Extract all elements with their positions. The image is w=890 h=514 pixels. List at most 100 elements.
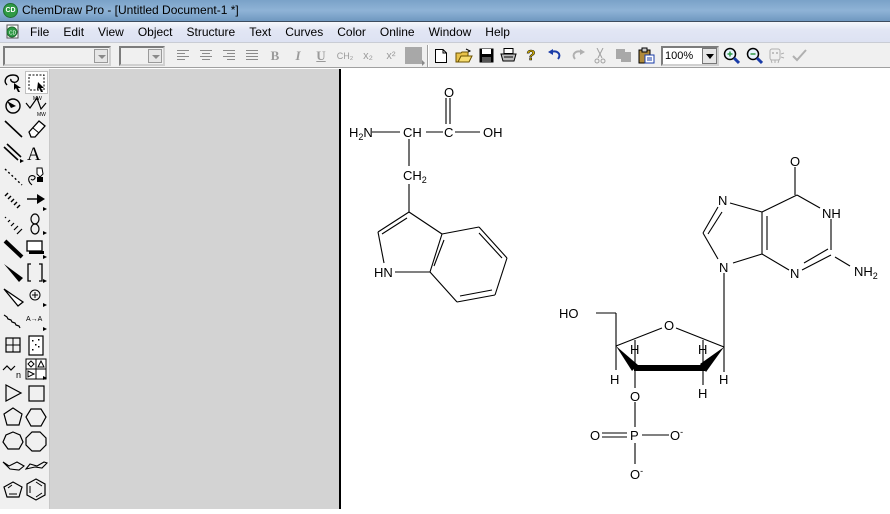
cyclohexane-tool[interactable] [25,406,48,429]
justify-icon[interactable] [245,49,259,62]
cyclohexane-chair-1-tool[interactable] [2,454,25,477]
chevron-down-icon[interactable] [148,49,162,63]
menu-edit[interactable]: Edit [63,25,84,39]
atom-label-hn: HN [374,265,393,280]
atom-label-c: C [444,125,453,140]
arrow-tool[interactable] [25,189,48,212]
align-right-icon[interactable] [222,49,236,62]
chemdraw-app-icon[interactable]: CD [3,3,18,18]
cut-icon[interactable] [594,48,606,64]
orbital-tool[interactable] [25,213,48,236]
hollow-wedge-tool[interactable] [2,285,25,308]
align-left-icon[interactable] [176,49,190,62]
wavy-bond-icon [3,314,21,329]
cycloheptane-tool[interactable] [2,430,25,453]
mass-fragment-tool[interactable]: MW MW [25,94,48,118]
wavy-bond-tool[interactable] [2,309,25,332]
bold-bond-tool[interactable] [2,237,25,260]
print-icon[interactable] [500,48,517,63]
atom-label-o3: O [630,389,640,404]
hashed-bond-icon [4,192,21,209]
atom-label-h: H [719,372,728,387]
menu-file[interactable]: File [30,25,49,39]
underline-button[interactable]: U [314,47,328,65]
charge-icon [29,289,47,307]
font-combo[interactable] [3,46,111,66]
marquee-tool[interactable] [25,71,48,94]
menu-window[interactable]: Window [429,25,472,39]
charge-tool[interactable] [25,285,48,308]
hashed-bond-tool[interactable] [2,189,25,212]
drawing-canvas[interactable]: H2N CH C O OH CH2 HN O NH N N N NH2 HO O… [339,69,890,509]
bold-button[interactable]: B [268,47,282,65]
zoom-in-icon[interactable] [723,47,740,65]
menu-curves[interactable]: Curves [285,25,323,39]
cyclopentadiene-tool[interactable] [2,478,25,501]
eraser-tool[interactable] [25,117,48,140]
pen-icon [28,167,44,186]
solid-bond-tool[interactable] [2,117,25,140]
acyclic-chain-tool[interactable]: n [2,358,25,381]
pentagon-icon [3,407,23,426]
pen-tool[interactable] [25,165,48,188]
cyclooctane-tool[interactable] [25,430,48,453]
align-center-icon[interactable] [199,49,213,62]
chevron-down-icon[interactable] [94,49,108,63]
dgmp-structure[interactable] [596,167,851,464]
menu-color[interactable]: Color [337,25,366,39]
wedge-bond-tool[interactable] [2,261,25,284]
multiple-bonds-tool[interactable] [2,141,25,164]
drawing-elements-tool[interactable] [25,237,48,260]
hollow-wedge-icon [3,288,25,307]
svg-text:A: A [27,144,41,164]
subscript-button[interactable]: x₂ [360,47,376,65]
check-structure-icon[interactable] [792,49,807,62]
templates-tool[interactable] [25,358,48,381]
zoom-level-combo[interactable]: 100% [661,46,719,66]
window-title: ChemDraw Pro - [Untitled Document-1 *] [22,3,239,17]
atom-label-o-carbonyl: O [790,154,800,169]
text-tool[interactable]: A [25,141,48,165]
lasso-tool[interactable] [2,71,25,94]
structure-clean-icon[interactable] [768,48,785,64]
menu-text[interactable]: Text [249,25,271,39]
benzene-tool[interactable] [25,478,48,501]
menu-view[interactable]: View [98,25,124,39]
color-swatch-button[interactable] [405,47,422,64]
new-document-icon[interactable] [434,48,448,64]
save-icon[interactable] [479,48,494,63]
superscript-button[interactable]: x² [383,47,399,65]
copy-icon[interactable] [615,48,632,63]
redo-icon[interactable] [570,49,586,62]
cyclohexane-chair-2-tool[interactable] [24,454,49,477]
cyclobutane-tool[interactable] [25,382,48,405]
dashed-bond-tool[interactable] [2,165,25,188]
formula-button[interactable]: CH₂ [335,47,355,65]
menu-online[interactable]: Online [380,25,415,39]
document-icon[interactable]: CD [5,24,21,39]
size-combo[interactable] [119,46,165,66]
menu-object[interactable]: Object [138,25,173,39]
text-icon: A [27,144,41,165]
undo-icon[interactable] [547,49,563,62]
menu-help[interactable]: Help [485,25,510,39]
chevron-right-icon [422,60,425,66]
tlc-plate-tool[interactable] [25,334,48,357]
cyclopentane-tool[interactable] [2,406,25,429]
tool-palette: MW MW A A→A n [0,69,50,509]
cyclopropane-tool[interactable] [2,382,25,405]
brackets-tool[interactable] [25,261,48,284]
italic-button[interactable]: I [291,47,305,65]
atom-label-h2n: H2N [349,125,373,142]
query-tool[interactable]: A→A [25,309,48,332]
help-icon[interactable]: ? [524,47,538,65]
open-folder-icon[interactable] [455,48,473,64]
hashed-wedge-tool[interactable] [2,213,25,236]
chevron-down-icon[interactable] [702,48,717,64]
zoom-out-icon[interactable] [746,47,763,65]
menu-structure[interactable]: Structure [187,25,236,39]
rotate-tool[interactable] [2,94,25,117]
paste-icon[interactable] [638,47,655,64]
menu-bar: CD File Edit View Object Structure Text … [0,21,890,42]
table-tool[interactable] [2,334,25,357]
